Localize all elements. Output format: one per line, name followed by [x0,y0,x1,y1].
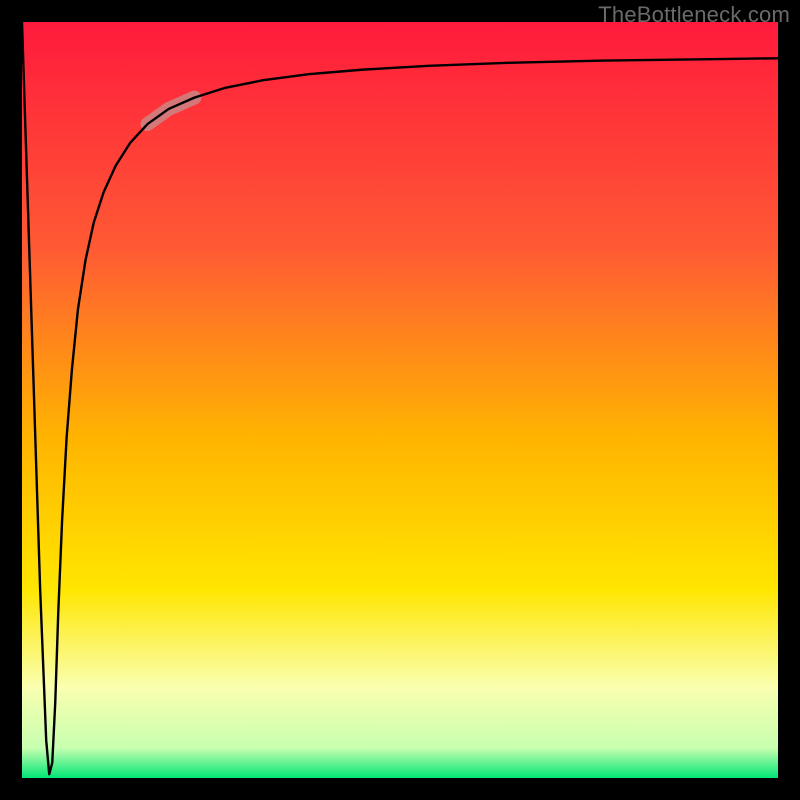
plot-background [22,22,778,778]
chart-container: TheBottleneck.com [0,0,800,800]
watermark-label: TheBottleneck.com [598,2,790,28]
plot-svg [22,22,778,778]
plot-frame [22,22,778,778]
